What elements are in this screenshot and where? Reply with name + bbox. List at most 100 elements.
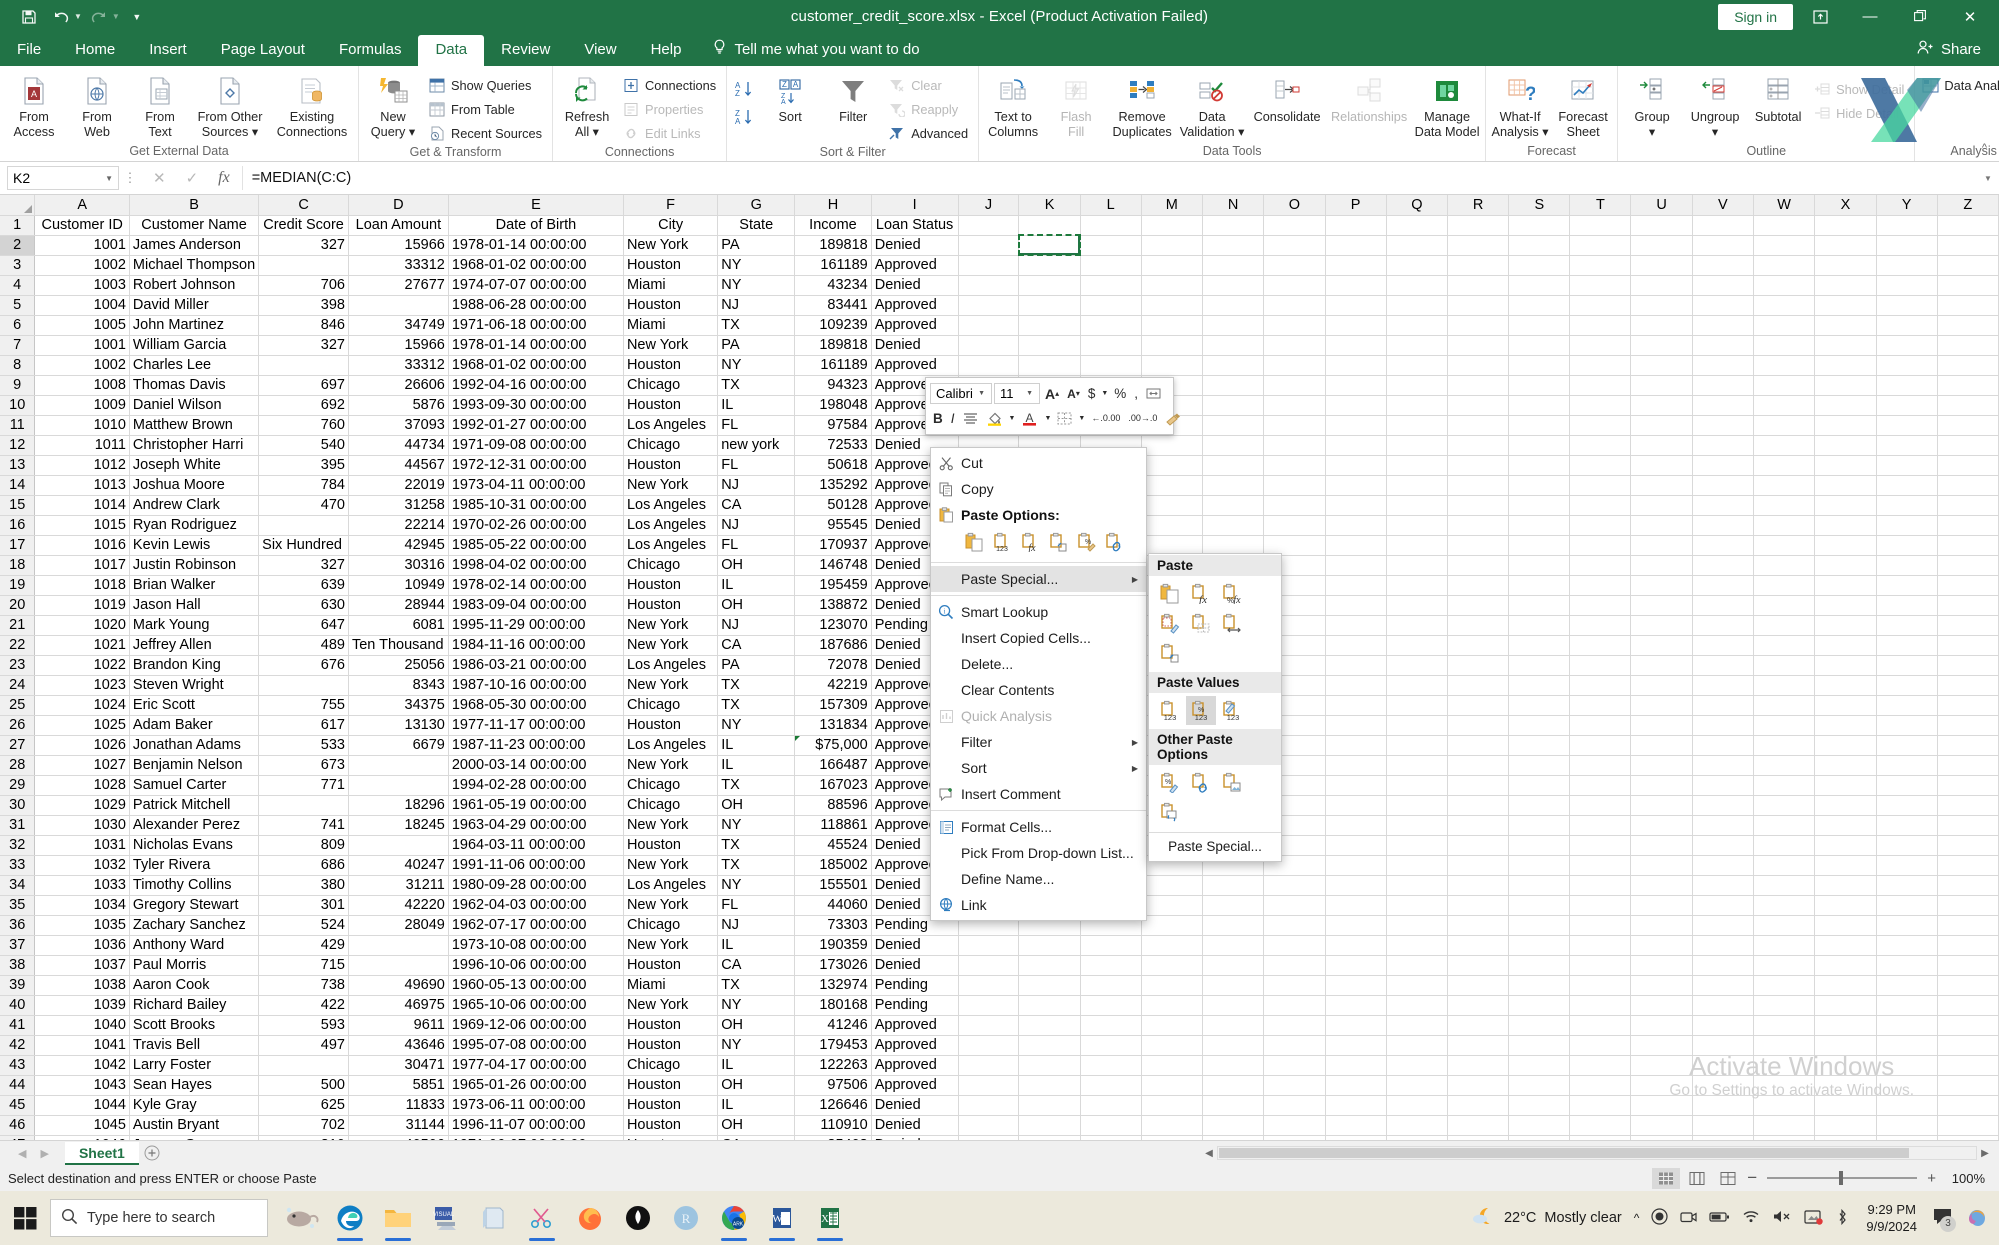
context-menu-clear-contents[interactable]: Clear Contents	[931, 677, 1146, 703]
cell-D22[interactable]: Ten Thousand	[348, 635, 449, 656]
cell-Z25[interactable]	[1937, 695, 1999, 716]
cell-F46[interactable]: Houston	[623, 1115, 719, 1136]
row-header-46[interactable]: 46	[0, 1115, 36, 1136]
cell-U3[interactable]	[1630, 255, 1693, 276]
cell-I2[interactable]: Denied	[871, 235, 959, 256]
cell-B29[interactable]: Samuel Carter	[129, 775, 260, 796]
cell-Q10[interactable]	[1386, 395, 1449, 416]
cell-B17[interactable]: Kevin Lewis	[129, 535, 260, 556]
cell-V42[interactable]	[1692, 1035, 1754, 1056]
cell-T27[interactable]	[1569, 735, 1632, 756]
paste-picture-icon[interactable]	[1217, 768, 1247, 797]
cell-D17[interactable]: 42945	[348, 535, 449, 556]
consolidate-button[interactable]: Consolidate	[1248, 71, 1326, 125]
cell-F27[interactable]: Los Angeles	[623, 735, 719, 756]
cell-N8[interactable]	[1202, 355, 1265, 376]
cell-Q47[interactable]	[1386, 1135, 1449, 1140]
cell-X47[interactable]	[1814, 1135, 1877, 1140]
cell-W1[interactable]	[1753, 215, 1816, 236]
cell-T9[interactable]	[1569, 375, 1632, 396]
row-header-28[interactable]: 28	[0, 755, 36, 776]
cell-G10[interactable]: IL	[717, 395, 796, 416]
cell-P21[interactable]	[1325, 615, 1387, 636]
cell-B45[interactable]: Kyle Gray	[129, 1095, 260, 1116]
cell-X12[interactable]	[1814, 435, 1877, 456]
cell-A11[interactable]: 1010	[34, 415, 130, 436]
expand-formula-bar-icon[interactable]: ▼	[1977, 174, 1999, 183]
cell-P37[interactable]	[1325, 935, 1387, 956]
cell-F7[interactable]: New York	[623, 335, 719, 356]
cell-Q16[interactable]	[1386, 515, 1449, 536]
row-header-26[interactable]: 26	[0, 715, 36, 736]
select-all-corner[interactable]	[0, 195, 36, 216]
cell-A17[interactable]: 1016	[34, 535, 130, 556]
cell-W39[interactable]	[1753, 975, 1816, 996]
cell-R34[interactable]	[1447, 875, 1510, 896]
cell-Q5[interactable]	[1386, 295, 1449, 316]
row-header-38[interactable]: 38	[0, 955, 36, 976]
cell-U25[interactable]	[1630, 695, 1693, 716]
cell-P40[interactable]	[1325, 995, 1387, 1016]
cell-V25[interactable]	[1692, 695, 1754, 716]
cell-T3[interactable]	[1569, 255, 1632, 276]
cell-D35[interactable]: 42220	[348, 895, 449, 916]
bold-icon[interactable]: B	[933, 411, 943, 426]
cell-K37[interactable]	[1018, 935, 1081, 956]
cell-K42[interactable]	[1018, 1035, 1081, 1056]
cell-K41[interactable]	[1018, 1015, 1081, 1036]
cell-S7[interactable]	[1508, 335, 1571, 356]
cell-L42[interactable]	[1080, 1035, 1142, 1056]
table-row[interactable]: 41 1040 Scott Brooks 593 9611 1969-12-06 00:0…	[0, 1015, 1999, 1036]
cell-A18[interactable]: 1017	[34, 555, 130, 576]
cell-S13[interactable]	[1508, 455, 1571, 476]
cell-D29[interactable]	[348, 775, 449, 796]
cell-K39[interactable]	[1018, 975, 1081, 996]
cell-H34[interactable]: 155501	[794, 875, 872, 896]
cell-P11[interactable]	[1325, 415, 1387, 436]
cell-C46[interactable]: 702	[258, 1115, 349, 1136]
cell-I5[interactable]: Approved	[871, 295, 959, 316]
paste-values-icon[interactable]: 123	[1155, 696, 1185, 725]
cell-I42[interactable]: Approved	[871, 1035, 959, 1056]
cell-U39[interactable]	[1630, 975, 1693, 996]
cell-Z37[interactable]	[1937, 935, 1999, 956]
cell-P9[interactable]	[1325, 375, 1387, 396]
cell-T44[interactable]	[1569, 1075, 1632, 1096]
table-row[interactable]: 39 1038 Aaron Cook 738 49690 1960-05-13 00:00…	[0, 975, 1999, 996]
cell-U46[interactable]	[1630, 1115, 1693, 1136]
cell-P4[interactable]	[1325, 275, 1387, 296]
cell-X25[interactable]	[1814, 695, 1877, 716]
column-header-i[interactable]: I	[871, 195, 959, 216]
cell-Y24[interactable]	[1876, 675, 1938, 696]
cell-V29[interactable]	[1692, 775, 1754, 796]
cell-V22[interactable]	[1692, 635, 1754, 656]
cell-T29[interactable]	[1569, 775, 1632, 796]
cell-X18[interactable]	[1814, 555, 1877, 576]
paste-transpose-icon[interactable]	[1045, 529, 1072, 555]
cell-S36[interactable]	[1508, 915, 1571, 936]
cell-X46[interactable]	[1814, 1115, 1877, 1136]
cell-R27[interactable]	[1447, 735, 1510, 756]
cell-A44[interactable]: 1043	[34, 1075, 130, 1096]
cell-U28[interactable]	[1630, 755, 1693, 776]
cell-E22[interactable]: 1984-11-16 00:00:00	[448, 635, 624, 656]
cell-I45[interactable]: Denied	[871, 1095, 959, 1116]
font-color-dropdown-icon[interactable]: ▼	[1043, 407, 1052, 430]
cell-O42[interactable]	[1263, 1035, 1326, 1056]
cell-M7[interactable]	[1141, 335, 1204, 356]
cell-V11[interactable]	[1692, 415, 1754, 436]
cell-Y23[interactable]	[1876, 655, 1938, 676]
cell-A22[interactable]: 1021	[34, 635, 130, 656]
cell-H41[interactable]: 41246	[794, 1015, 872, 1036]
cell-X38[interactable]	[1814, 955, 1877, 976]
cell-M42[interactable]	[1141, 1035, 1204, 1056]
accounting-format-icon[interactable]: $	[1085, 382, 1099, 405]
cell-D41[interactable]: 9611	[348, 1015, 449, 1036]
cell-V32[interactable]	[1692, 835, 1754, 856]
context-menu-delete[interactable]: Delete...	[931, 651, 1146, 677]
cell-S17[interactable]	[1508, 535, 1571, 556]
cortana-mouse-icon[interactable]	[280, 1194, 324, 1242]
cell-I40[interactable]: Pending	[871, 995, 959, 1016]
cell-V39[interactable]	[1692, 975, 1754, 996]
cell-Q27[interactable]	[1386, 735, 1449, 756]
